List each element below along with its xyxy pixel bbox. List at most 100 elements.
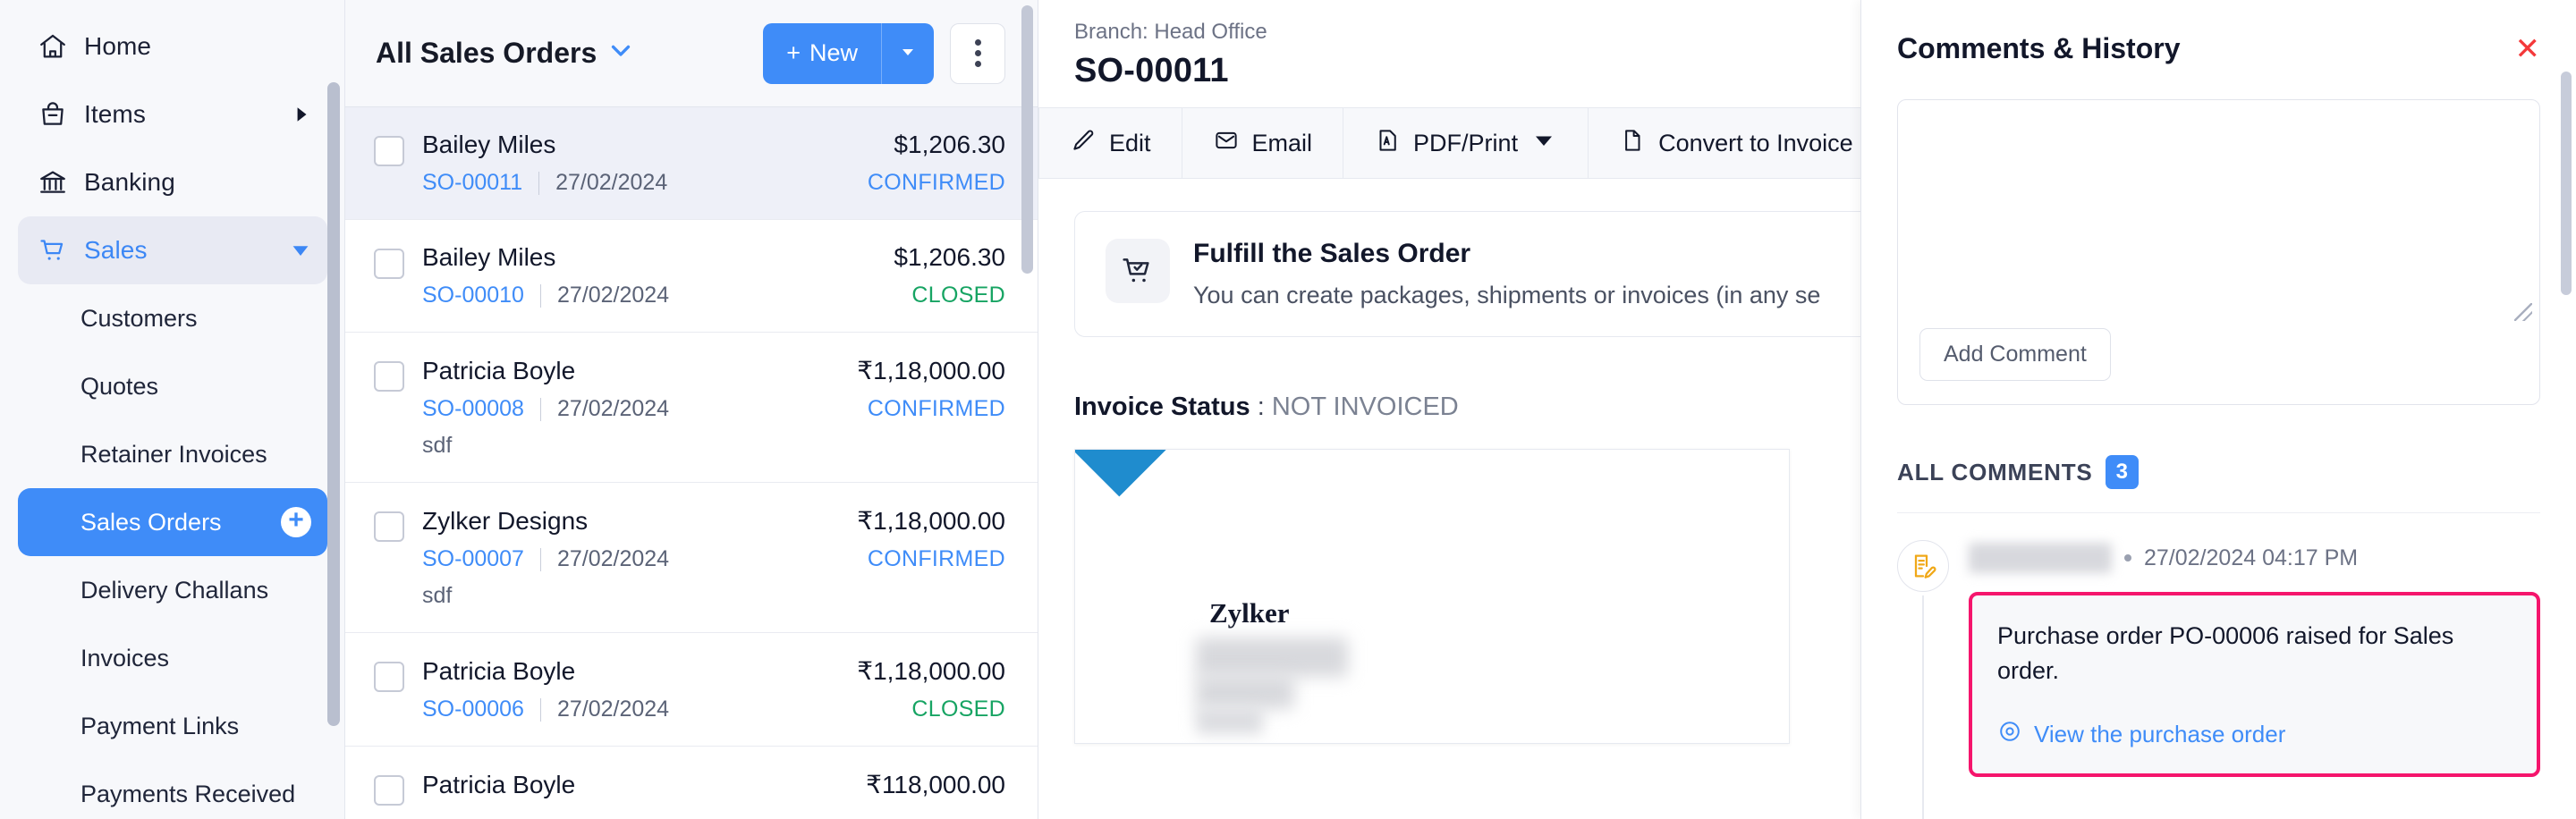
comment-main: 27/02/2024 04:17 PM Purchase order PO-00… bbox=[1969, 540, 2540, 777]
order-number-link[interactable]: SO-00008 bbox=[422, 396, 524, 422]
sidebar-item-quotes[interactable]: Quotes bbox=[18, 352, 327, 420]
email-button[interactable]: Email bbox=[1182, 108, 1344, 178]
app-root: Home Items Banking bbox=[0, 0, 2576, 819]
row-checkbox[interactable] bbox=[374, 136, 404, 166]
divider bbox=[540, 398, 541, 421]
sidebar-item-payment-links[interactable]: Payment Links bbox=[18, 692, 327, 760]
table-row[interactable]: Zylker Designs ₹1,18,000.00 SO-00007 27/… bbox=[345, 483, 1038, 633]
resize-handle-icon[interactable] bbox=[2514, 303, 2532, 321]
comment-text: Purchase order PO-00006 raised for Sales… bbox=[1997, 619, 2512, 688]
row-checkbox[interactable] bbox=[374, 511, 404, 542]
sidebar-item-items[interactable]: Items bbox=[18, 80, 327, 148]
order-number-link[interactable]: SO-00010 bbox=[422, 283, 524, 308]
cart-check-icon bbox=[1106, 239, 1170, 303]
divider bbox=[540, 284, 541, 308]
sidebar-item-sales[interactable]: Sales bbox=[18, 216, 327, 284]
add-sales-order-button[interactable]: + bbox=[281, 507, 311, 537]
all-comments-header: ALL COMMENTS 3 bbox=[1897, 455, 2540, 489]
chevron-down-icon bbox=[609, 37, 632, 70]
sidebar-scrollbar[interactable] bbox=[327, 82, 340, 726]
table-row[interactable]: Patricia Boyle ₹118,000.00 bbox=[345, 747, 1038, 819]
sidebar-item-retainer-invoices[interactable]: Retainer Invoices bbox=[18, 420, 327, 488]
comment-meta: 27/02/2024 04:17 PM bbox=[1969, 540, 2540, 576]
comment-input[interactable] bbox=[1898, 100, 2539, 328]
sidebar-subitem-label: Retainer Invoices bbox=[80, 441, 267, 469]
redacted-block bbox=[1196, 707, 1263, 734]
table-row[interactable]: Bailey Miles $1,206.30 SO-00011 27/02/20… bbox=[345, 107, 1038, 220]
row-line-secondary: SO-00006 27/02/2024 CLOSED bbox=[422, 697, 1005, 722]
order-amount: ₹1,18,000.00 bbox=[857, 356, 1005, 385]
convert-to-invoice-button[interactable]: Convert to Invoice bbox=[1589, 108, 1885, 178]
row-line-secondary: SO-00007 27/02/2024 CONFIRMED bbox=[422, 546, 1005, 572]
sidebar-sub-nav: Customers Quotes Retainer Invoices Sales… bbox=[0, 284, 345, 819]
row-content: Zylker Designs ₹1,18,000.00 SO-00007 27/… bbox=[422, 506, 1005, 609]
fulfill-banner-text-block: Fulfill the Sales Order You can create p… bbox=[1193, 239, 1820, 309]
plus-icon: + bbox=[786, 39, 801, 67]
table-row[interactable]: Patricia Boyle ₹1,18,000.00 SO-00006 27/… bbox=[345, 633, 1038, 747]
bag-icon bbox=[34, 96, 72, 133]
row-line-secondary: SO-00011 27/02/2024 CONFIRMED bbox=[422, 170, 1005, 196]
sidebar-item-delivery-challans[interactable]: Delivery Challans bbox=[18, 556, 327, 624]
file-icon bbox=[1619, 127, 1646, 160]
order-date: 27/02/2024 bbox=[557, 697, 669, 722]
new-button-dropdown[interactable] bbox=[882, 23, 934, 84]
sidebar: Home Items Banking bbox=[0, 0, 345, 819]
pdf-print-button[interactable]: PDF/Print bbox=[1343, 108, 1589, 178]
customer-name: Zylker Designs bbox=[422, 507, 588, 536]
row-line-primary: Patricia Boyle ₹1,18,000.00 bbox=[422, 656, 1005, 686]
comment-timestamp: 27/02/2024 04:17 PM bbox=[2144, 545, 2358, 571]
order-number-link[interactable]: SO-00006 bbox=[422, 697, 524, 722]
list-scrollbar[interactable] bbox=[1021, 5, 1033, 274]
order-number-link[interactable]: SO-00011 bbox=[422, 170, 522, 196]
close-icon[interactable]: ✕ bbox=[2515, 34, 2541, 64]
sidebar-subitem-label: Sales Orders bbox=[80, 509, 222, 536]
document-preview: Confirmed Zylker bbox=[1074, 449, 1790, 744]
sidebar-item-sales-orders[interactable]: Sales Orders + bbox=[18, 488, 327, 556]
kebab-dot bbox=[975, 61, 981, 67]
row-checkbox[interactable] bbox=[374, 249, 404, 279]
row-line-primary: Patricia Boyle ₹1,18,000.00 bbox=[422, 356, 1005, 385]
kebab-dot bbox=[975, 39, 981, 46]
view-purchase-order-link[interactable]: View the purchase order bbox=[1997, 719, 2512, 750]
view-purchase-order-label: View the purchase order bbox=[2034, 721, 2285, 748]
fulfill-banner-description: You can create packages, shipments or in… bbox=[1193, 282, 1820, 309]
status-badge: CLOSED bbox=[911, 697, 1005, 722]
new-button[interactable]: + New bbox=[763, 23, 882, 84]
sidebar-item-invoices[interactable]: Invoices bbox=[18, 624, 327, 692]
list-more-options-button[interactable] bbox=[950, 23, 1005, 84]
comments-scrollbar[interactable] bbox=[2561, 72, 2572, 295]
order-date: 27/02/2024 bbox=[557, 546, 669, 572]
redacted-block bbox=[1196, 637, 1348, 677]
row-line-primary: Bailey Miles $1,206.30 bbox=[422, 131, 1005, 159]
row-checkbox[interactable] bbox=[374, 775, 404, 806]
row-checkbox[interactable] bbox=[374, 361, 404, 392]
invoice-status-label: Invoice Status bbox=[1074, 393, 1250, 421]
edit-button[interactable]: Edit bbox=[1038, 108, 1182, 178]
row-line-secondary: SO-00008 27/02/2024 CONFIRMED bbox=[422, 396, 1005, 422]
table-row[interactable]: Bailey Miles $1,206.30 SO-00010 27/02/20… bbox=[345, 220, 1038, 333]
status-ribbon-band: Confirmed bbox=[1075, 450, 1281, 496]
invoice-status-separator: : bbox=[1258, 393, 1265, 421]
table-row[interactable]: Patricia Boyle ₹1,18,000.00 SO-00008 27/… bbox=[345, 333, 1038, 483]
list-view-selector[interactable]: All Sales Orders bbox=[376, 37, 632, 70]
sidebar-item-banking[interactable]: Banking bbox=[18, 148, 327, 216]
sidebar-subitem-label: Quotes bbox=[80, 373, 158, 401]
sidebar-item-payments-received[interactable]: Payments Received bbox=[18, 760, 327, 819]
add-comment-button[interactable]: Add Comment bbox=[1919, 328, 2111, 381]
order-date: 27/02/2024 bbox=[555, 170, 667, 196]
row-checkbox[interactable] bbox=[374, 662, 404, 692]
bank-icon bbox=[34, 164, 72, 201]
customer-name: Patricia Boyle bbox=[422, 357, 575, 385]
status-badge: CONFIRMED bbox=[868, 546, 1005, 572]
sidebar-subitem-label: Customers bbox=[80, 305, 198, 333]
order-amount: ₹1,18,000.00 bbox=[857, 506, 1005, 536]
sidebar-item-customers[interactable]: Customers bbox=[18, 284, 327, 352]
chevron-down-icon bbox=[290, 240, 311, 261]
divider bbox=[1897, 512, 2540, 513]
customer-name: Bailey Miles bbox=[422, 131, 555, 159]
order-number-link[interactable]: SO-00007 bbox=[422, 546, 524, 572]
new-button-label: New bbox=[809, 39, 858, 67]
note-icon bbox=[1897, 540, 1949, 592]
sidebar-item-home[interactable]: Home bbox=[18, 13, 327, 80]
order-note: sdf bbox=[422, 583, 1005, 609]
